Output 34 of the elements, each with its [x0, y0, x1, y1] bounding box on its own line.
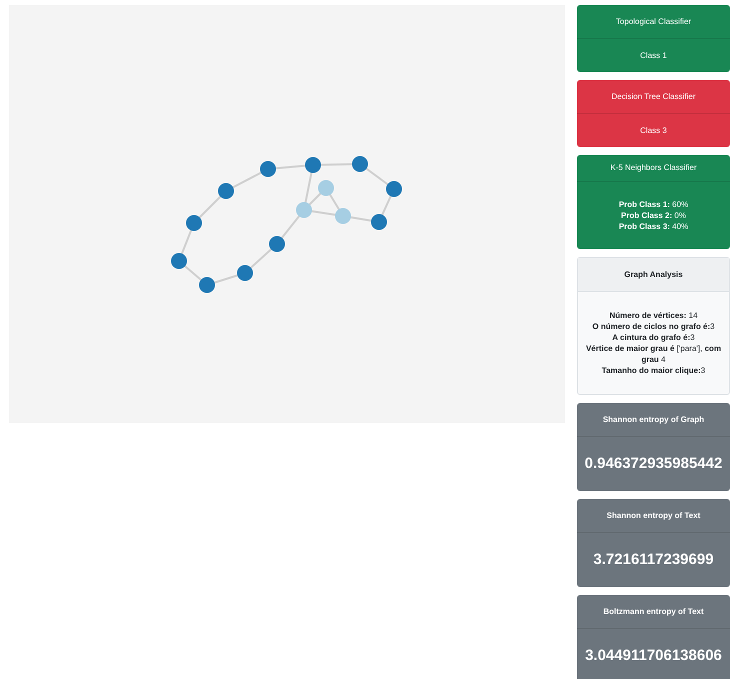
stat-line: Vértice de maior grau é ['para'], com grau 4: [584, 343, 722, 365]
class-label: Class 3: [640, 124, 667, 136]
graph-node[interactable]: [269, 236, 285, 252]
graph-node[interactable]: [218, 183, 234, 199]
graph-node[interactable]: [305, 157, 321, 173]
graph-node[interactable]: [260, 161, 276, 177]
stat-line: Tamanho do maior clique:3: [602, 365, 706, 376]
graph-node[interactable]: [186, 215, 202, 231]
card-title: Topological Classifier: [616, 16, 692, 28]
card-title: Shannon entropy of Graph: [602, 414, 704, 426]
card-title: Graph Analysis: [624, 268, 683, 280]
card-title: K-5 Neighbors Classifier: [610, 162, 697, 174]
graph-node[interactable]: [296, 202, 312, 218]
card-title: Shannon entropy of Text: [606, 510, 700, 522]
class-label: Class 1: [640, 50, 667, 62]
card-title: Boltzmann entropy of Text: [603, 606, 704, 618]
stat-line: Número de vértices: 14: [609, 310, 698, 321]
entropy-value: 3.044911706138606: [585, 646, 722, 666]
graph-node[interactable]: [199, 277, 215, 293]
graph-node[interactable]: [371, 214, 387, 230]
graph-node[interactable]: [171, 253, 187, 269]
stat-line: A cintura do grafo é:3: [612, 332, 695, 343]
graph-node[interactable]: [318, 180, 334, 196]
entropy-value: 0.946372935985442: [584, 454, 722, 474]
stat-line: Prob Class 1: 60%: [618, 199, 688, 210]
graph-node[interactable]: [386, 181, 402, 197]
entropy-value: 3.7216117239699: [593, 550, 714, 570]
graph-node[interactable]: [352, 156, 368, 172]
stat-line: Prob Class 3: 40%: [618, 221, 688, 232]
card-title: Decision Tree Classifier: [611, 90, 696, 102]
graph-node[interactable]: [237, 265, 253, 281]
stat-line: Prob Class 2: 0%: [621, 210, 686, 221]
graph-node[interactable]: [335, 208, 351, 224]
stat-line: O número de ciclos no grafo é:3: [592, 321, 715, 332]
